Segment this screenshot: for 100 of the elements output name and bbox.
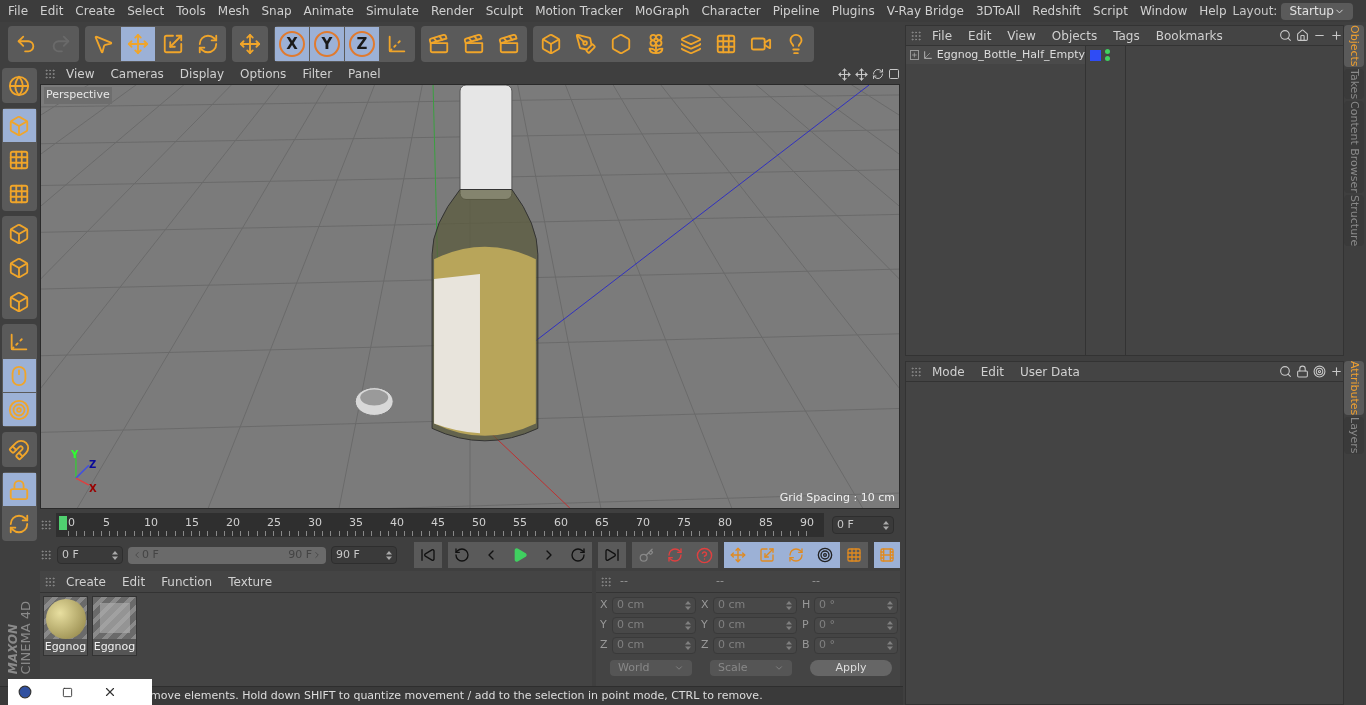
- menu-item[interactable]: Edit: [974, 362, 1010, 381]
- menu-item[interactable]: Plugins: [825, 2, 881, 20]
- menu-item[interactable]: File: [2, 2, 35, 20]
- frame-tick-label: 65: [595, 515, 609, 531]
- grid-icon: [8, 182, 30, 205]
- visibility-dots-icon: [1105, 49, 1110, 61]
- spinner-arrows-icon: [786, 601, 792, 610]
- camera-label: Perspective: [44, 87, 112, 104]
- object-name: Eggnog_Bottle_Half_Empty: [936, 46, 1085, 63]
- scale-icon: [162, 33, 184, 55]
- menu-item[interactable]: Filter: [296, 65, 339, 83]
- spinner-arrows-icon: [883, 520, 889, 530]
- menu-item[interactable]: Function: [155, 572, 219, 591]
- menu-item[interactable]: V-Ray Bridge: [880, 2, 970, 20]
- menu-item[interactable]: Redshift: [1026, 2, 1088, 20]
- go-to-start-button[interactable]: [414, 542, 442, 568]
- move-icon: [127, 33, 149, 55]
- spinner-arrows-icon: [386, 550, 392, 560]
- coordinate-system-icon: [386, 33, 408, 55]
- panel-grip-icon: [44, 575, 56, 588]
- menu-item[interactable]: Character: [695, 2, 767, 20]
- menu-item[interactable]: Mesh: [211, 2, 256, 20]
- frame-tick-label: 15: [185, 515, 199, 531]
- axis-label: Y: [701, 617, 709, 634]
- panel-grip-icon: [910, 29, 922, 42]
- material-swatch[interactable]: Eggnog: [92, 596, 137, 656]
- menu-item[interactable]: Tags: [1107, 26, 1146, 45]
- menu-item[interactable]: Simulate: [359, 2, 425, 20]
- menu-item[interactable]: Objects: [1045, 26, 1104, 45]
- menu-item[interactable]: Mode: [926, 362, 971, 381]
- magnet-icon: [8, 438, 30, 461]
- spinner-arrows-icon: [786, 641, 792, 650]
- maximize-icon: [62, 686, 73, 698]
- menu-item[interactable]: 3DToAll: [969, 2, 1027, 20]
- frame-tick-label: 70: [636, 515, 650, 531]
- menu-item[interactable]: View: [1001, 26, 1042, 45]
- x-axis-button[interactable]: X: [275, 27, 309, 61]
- tool-button[interactable]: [2, 109, 36, 142]
- menu-item[interactable]: Bookmarks: [1149, 26, 1229, 45]
- material-swatch[interactable]: Eggnog: [43, 596, 88, 656]
- frame-tick-label: 75: [677, 515, 691, 531]
- column-header: --: [811, 573, 821, 590]
- axis-label: X: [600, 597, 609, 614]
- y-axis-button[interactable]: Y: [310, 27, 344, 61]
- menu-item[interactable]: Cameras: [104, 65, 170, 83]
- frame-tick-label: 55: [513, 515, 527, 531]
- menu-item[interactable]: File: [926, 26, 959, 45]
- menu-item[interactable]: Create: [60, 572, 112, 591]
- layout-dropdown[interactable]: Startup: [1281, 2, 1353, 20]
- menu-item[interactable]: Edit: [962, 26, 998, 45]
- menu-item[interactable]: Motion Tracker: [529, 2, 629, 20]
- arrow-right-icon: [312, 550, 322, 560]
- menu-item[interactable]: View: [60, 65, 101, 83]
- axis-label: X: [89, 482, 97, 496]
- search-icon: [1279, 365, 1292, 378]
- object-row[interactable]: Eggnog_Bottle_Half_Empty: [906, 46, 1085, 64]
- menu-item[interactable]: Create: [69, 2, 122, 20]
- menu-item[interactable]: Window: [1133, 2, 1194, 20]
- apply-button[interactable]: Apply: [810, 660, 892, 676]
- menu-item[interactable]: Display: [173, 65, 231, 83]
- dolly-icon: [855, 67, 868, 81]
- frame-tick-label: 5: [103, 515, 110, 531]
- end-frame-field[interactable]: 90 F: [331, 546, 397, 564]
- dropdown-caret-icon: [674, 663, 684, 673]
- menu-item[interactable]: Panel: [342, 65, 387, 83]
- menu-item[interactable]: Edit: [34, 2, 70, 20]
- tool-button[interactable]: [2, 473, 36, 506]
- menu-item[interactable]: MoGraph: [628, 2, 696, 20]
- go-to-end-button[interactable]: [598, 542, 626, 568]
- scale-icon: [759, 547, 775, 563]
- menu-item[interactable]: Snap: [255, 2, 298, 20]
- current-frame-field[interactable]: 0 F: [832, 516, 894, 534]
- spinner-arrows-icon: [685, 621, 691, 630]
- menu-item[interactable]: Render: [424, 2, 480, 20]
- clapperboard-icon: [428, 33, 450, 55]
- menu-item[interactable]: Script: [1087, 2, 1134, 20]
- start-frame-field[interactable]: 0 F: [57, 546, 123, 564]
- home-icon: [1296, 29, 1309, 42]
- pan-icon: [838, 67, 851, 81]
- menu-item[interactable]: Tools: [170, 2, 212, 20]
- timeline-ruler[interactable]: 0 5 10 15 20 25 30 35 40 45 50 55 60 65 70 75 80 85 90: [56, 513, 824, 537]
- spinner-arrows-icon: [786, 621, 792, 630]
- menu-item[interactable]: Texture: [222, 572, 279, 591]
- z-axis-button[interactable]: Z: [345, 27, 379, 61]
- tool-button[interactable]: [2, 359, 36, 392]
- menu-item[interactable]: Help: [1193, 2, 1233, 20]
- menu-item[interactable]: Pipeline: [766, 2, 826, 20]
- menu-item[interactable]: User Data: [1013, 362, 1086, 381]
- frame-tick-label: 50: [472, 515, 486, 531]
- polygon-icon: [610, 33, 632, 55]
- menu-item[interactable]: Animate: [297, 2, 360, 20]
- menu-item[interactable]: Select: [121, 2, 171, 20]
- axis-label: Z: [600, 637, 609, 654]
- menu-item[interactable]: Sculpt: [479, 2, 530, 20]
- menu-item[interactable]: Options: [234, 65, 293, 83]
- arrow-left-icon: [132, 550, 142, 560]
- menu-item[interactable]: Edit: [115, 572, 152, 591]
- new-panel-icon: [1330, 365, 1343, 378]
- tool-button[interactable]: [2, 393, 36, 426]
- app-icon: [18, 685, 32, 699]
